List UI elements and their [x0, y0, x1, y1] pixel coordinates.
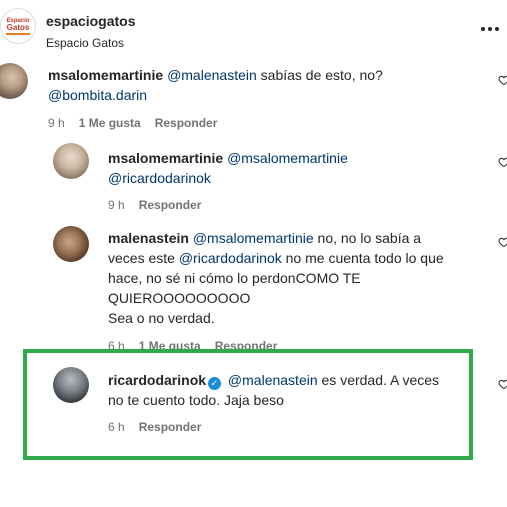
comment-username[interactable]: ricardodarinok [108, 372, 206, 388]
heart-icon[interactable] [498, 74, 507, 86]
mention-link[interactable]: @ricardodarinok [108, 170, 211, 186]
reply-button[interactable]: Responder [139, 198, 202, 212]
comment-text: hace, no sé ni cómo lo perdonCOMO TE [108, 270, 361, 286]
avatar[interactable] [53, 367, 89, 403]
heart-icon[interactable] [498, 156, 507, 168]
comment-body: msalomemartinie @msalomemartinie @ricard… [108, 148, 468, 188]
comment-text: no me cuenta todo lo que [285, 250, 444, 266]
comment-username[interactable]: msalomemartinie [108, 150, 223, 166]
more-options-icon[interactable] [481, 27, 499, 31]
verified-badge-icon: ✓ [208, 377, 222, 390]
comment-text: QUIEROOOOOOOOO [108, 290, 251, 306]
comment-body: msalomemartinie @malenastein sabías de e… [48, 65, 458, 105]
avatar[interactable] [53, 226, 89, 262]
comment-username[interactable]: msalomemartinie [48, 67, 163, 83]
comment-time: 9 h [108, 198, 125, 212]
avatar[interactable] [53, 143, 89, 179]
comment-time: 6 h [108, 420, 125, 434]
avatar[interactable] [0, 63, 28, 99]
mention-link[interactable]: @msalomemartinie [193, 230, 314, 246]
heart-icon[interactable] [498, 378, 507, 390]
logo-text-bottom: Gatos [6, 22, 30, 32]
comment-meta: 9 h Responder [108, 198, 201, 212]
comment-body: ricardodarinok ✓ @malenastein es verdad. … [108, 370, 468, 410]
logo-bar [6, 32, 30, 35]
comment-username[interactable]: malenastein [108, 230, 189, 246]
likes-count[interactable]: 1 Me gusta [79, 116, 141, 130]
reply-button[interactable]: Responder [155, 116, 218, 130]
mention-link[interactable]: @malenastein [228, 372, 318, 388]
comment-text: es verdad. A veces [321, 372, 440, 388]
account-avatar[interactable]: Espacio Gatos [0, 8, 36, 44]
comment-text: no, no lo sabía a [317, 230, 422, 246]
comment-text: Sea o no verdad. [108, 310, 215, 326]
mention-link[interactable]: @bombita.darin [48, 87, 147, 103]
header-subtitle: Espacio Gatos [46, 36, 125, 50]
mention-link[interactable]: @ricardodarinok [179, 250, 282, 266]
comment-time: 9 h [48, 116, 65, 130]
comment-meta: 6 h Responder [108, 420, 201, 434]
heart-icon[interactable] [498, 236, 507, 248]
reply-button[interactable]: Responder [139, 420, 202, 434]
comment-text: veces este [108, 250, 175, 266]
header-username[interactable]: espaciogatos [46, 13, 135, 29]
comment-body: malenastein @msalomemartinie no, no lo s… [108, 228, 507, 328]
mention-link[interactable]: @msalomemartinie [227, 150, 348, 166]
comment-text: sabías de esto, no? [260, 67, 383, 83]
comment-text: no te cuento todo. Jaja beso [108, 392, 284, 408]
comment-meta: 9 h 1 Me gusta Responder [48, 116, 217, 130]
mention-link[interactable]: @malenastein [167, 67, 257, 83]
